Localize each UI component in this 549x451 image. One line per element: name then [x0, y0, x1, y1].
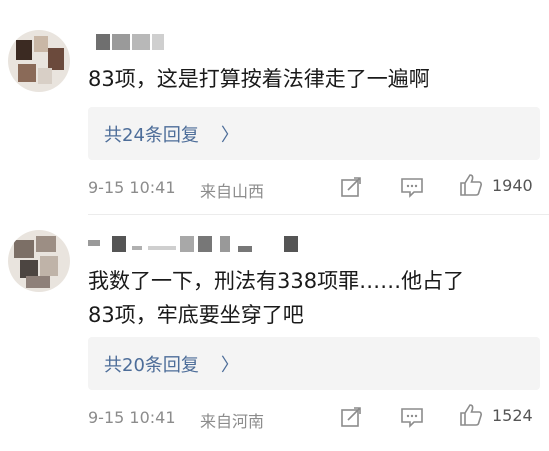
thumbs-up-icon	[460, 404, 482, 426]
reply-count-label: 共24条回复	[104, 124, 199, 146]
comment-time: 9-15 10:41	[88, 178, 176, 197]
comment-text: 83项，这是打算按着法律走了一遍啊	[88, 67, 430, 91]
share-button[interactable]	[340, 176, 362, 198]
like-count: 1524	[492, 405, 533, 425]
comment-button[interactable]	[400, 406, 424, 428]
comment-text-line: 我数了一下，刑法有338项罪……他占了	[88, 269, 465, 293]
thumbs-up-icon	[460, 174, 482, 196]
share-icon	[341, 177, 361, 197]
like-button[interactable]: 1524	[458, 402, 533, 428]
avatar[interactable]	[8, 230, 70, 292]
username[interactable]	[88, 236, 308, 252]
reply-count-label: 共20条回复	[104, 354, 199, 376]
comment-text-line: 83项，牢底要坐穿了吧	[88, 303, 304, 327]
comment-item: 83项，这是打算按着法律走了一遍啊 共24条回复 〉 9-15 10:41 来自…	[0, 0, 549, 220]
view-replies-button[interactable]: 共24条回复 〉	[88, 107, 540, 160]
chevron-right-icon: 〉	[220, 354, 239, 376]
divider	[88, 214, 549, 215]
comment-item: 我数了一下，刑法有338项罪……他占了 83项，牢底要坐穿了吧 共20条回复 〉…	[0, 220, 549, 451]
view-replies-button[interactable]: 共20条回复 〉	[88, 337, 540, 390]
comment-location: 来自河南	[200, 412, 265, 431]
like-button[interactable]: 1940	[458, 172, 533, 198]
username[interactable]	[88, 34, 168, 50]
comment-location: 来自山西	[200, 182, 265, 201]
comment-icon	[401, 178, 423, 198]
comment-time: 9-15 10:41	[88, 408, 176, 427]
avatar[interactable]	[8, 30, 70, 92]
like-count: 1940	[492, 175, 533, 195]
share-button[interactable]	[340, 406, 362, 428]
chevron-right-icon: 〉	[220, 124, 239, 146]
share-icon	[341, 407, 361, 427]
comment-icon	[401, 408, 423, 428]
comment-button[interactable]	[400, 176, 424, 198]
comment-text: 我数了一下，刑法有338项罪……他占了 83项，牢底要坐穿了吧	[88, 264, 528, 332]
